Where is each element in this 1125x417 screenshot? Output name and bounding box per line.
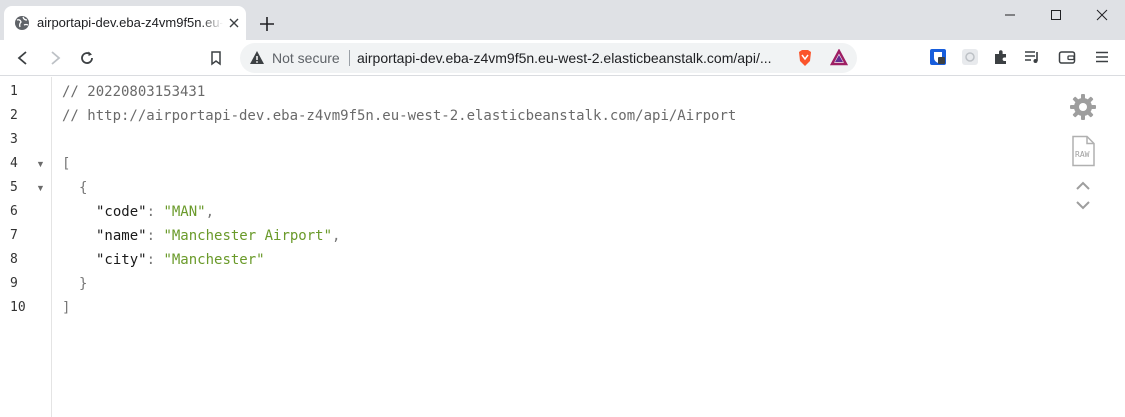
chevron-down-icon — [1076, 201, 1090, 210]
scroll-down-button[interactable] — [1073, 197, 1093, 213]
reload-icon — [81, 51, 93, 64]
main-menu-button[interactable] — [1092, 47, 1112, 67]
reload-button[interactable] — [76, 47, 98, 69]
scroll-up-button[interactable] — [1073, 178, 1093, 194]
json-key: "code" — [96, 204, 147, 220]
browser-toolbar: Not secure airportapi-dev.eba-z4vm9f5n.e… — [0, 40, 1125, 76]
minimize-icon — [1005, 14, 1015, 16]
tab-title: airportapi-dev.eba-z4vm9f5n.eu-west-2.el… — [37, 15, 223, 30]
minimize-button[interactable] — [987, 0, 1033, 30]
json-field-row: "city": "Manchester" — [96, 248, 265, 272]
comment-timestamp: // 20220803153431 — [62, 84, 206, 100]
json-viewer: 1 2 3 4 ▼ 5 ▼ 6 7 8 9 10 // 202208031534… — [0, 77, 1125, 417]
fold-arrow-icon[interactable]: ▼ — [36, 176, 45, 200]
line-number-gutter: 1 2 3 4 ▼ 5 ▼ 6 7 8 9 10 — [0, 77, 52, 417]
wallet-icon — [1058, 51, 1076, 64]
line-number: 3 — [10, 132, 18, 147]
raw-label: RAW — [1075, 150, 1090, 159]
extension-grey-button[interactable] — [960, 47, 980, 67]
colon: : — [146, 228, 164, 244]
new-tab-plus-icon[interactable] — [258, 15, 276, 33]
line-number: 4 — [10, 156, 18, 171]
url-text[interactable]: airportapi-dev.eba-z4vm9f5n.eu-west-2.el… — [357, 50, 777, 66]
playlist-icon — [1025, 51, 1038, 63]
hamburger-menu-icon — [1096, 51, 1108, 63]
extensions-menu-button[interactable] — [991, 47, 1011, 67]
chevron-up-icon — [1076, 181, 1090, 190]
extension-gear-icon — [962, 49, 978, 65]
fold-arrow-icon[interactable]: ▼ — [36, 152, 45, 176]
reading-list-button[interactable] — [1023, 47, 1043, 67]
line-number: 8 — [10, 252, 18, 267]
line-number: 2 — [10, 108, 18, 123]
active-tab[interactable]: airportapi-dev.eba-z4vm9f5n.eu-west-2.el… — [4, 6, 246, 40]
warning-triangle-icon[interactable] — [249, 50, 265, 66]
json-string-value: "Manchester Airport" — [163, 228, 333, 244]
not-secure-label[interactable]: Not secure — [272, 50, 340, 66]
address-bar[interactable]: Not secure airportapi-dev.eba-z4vm9f5n.e… — [240, 43, 857, 73]
forward-button[interactable] — [44, 47, 66, 69]
omnibox-divider — [349, 50, 350, 66]
json-string-value: "Manchester" — [163, 252, 265, 268]
open-bracket: [ — [62, 156, 71, 172]
json-field-row: "code": "MAN", — [96, 200, 214, 224]
maximize-button[interactable] — [1033, 0, 1079, 30]
close-window-button[interactable] — [1079, 0, 1125, 30]
extension-bitwarden-button[interactable] — [928, 47, 948, 67]
line-number: 10 — [10, 300, 26, 315]
forward-arrow-icon — [51, 51, 61, 65]
line-number: 9 — [10, 276, 18, 291]
line-number: 5 — [10, 180, 18, 195]
puzzle-piece-icon — [995, 50, 1006, 64]
viewer-settings-button[interactable] — [1068, 92, 1098, 122]
tab-close-icon[interactable] — [227, 16, 241, 30]
json-string-value: "MAN" — [163, 204, 206, 220]
json-key: "city" — [96, 252, 147, 268]
brave-rewards-icon[interactable] — [829, 48, 849, 67]
comma: , — [205, 204, 215, 220]
colon: : — [146, 252, 164, 268]
close-icon — [1096, 9, 1108, 21]
line-number: 6 — [10, 204, 18, 219]
tab-strip: airportapi-dev.eba-z4vm9f5n.eu-west-2.el… — [0, 0, 1125, 40]
json-field-row: "name": "Manchester Airport", — [96, 224, 340, 248]
back-arrow-icon — [17, 51, 27, 65]
open-brace: { — [79, 180, 88, 196]
json-key: "name" — [96, 228, 147, 244]
line-number: 1 — [10, 84, 18, 99]
back-button[interactable] — [12, 47, 34, 69]
bookmark-icon — [211, 51, 221, 66]
maximize-icon — [1051, 10, 1061, 20]
close-bracket: ] — [62, 300, 71, 316]
close-brace: } — [79, 276, 88, 292]
comma: , — [332, 228, 341, 244]
wallet-button[interactable] — [1057, 47, 1077, 67]
raw-view-button[interactable]: RAW — [1068, 134, 1098, 168]
line-number: 7 — [10, 228, 18, 243]
comment-url: // http://airportapi-dev.eba-z4vm9f5n.eu… — [62, 108, 737, 124]
globe-icon — [14, 15, 30, 31]
bitwarden-shield-icon — [930, 49, 946, 65]
bookmark-button[interactable] — [205, 47, 227, 69]
colon: : — [146, 204, 164, 220]
gear-icon — [1070, 94, 1096, 120]
brave-shields-icon[interactable] — [796, 49, 814, 67]
